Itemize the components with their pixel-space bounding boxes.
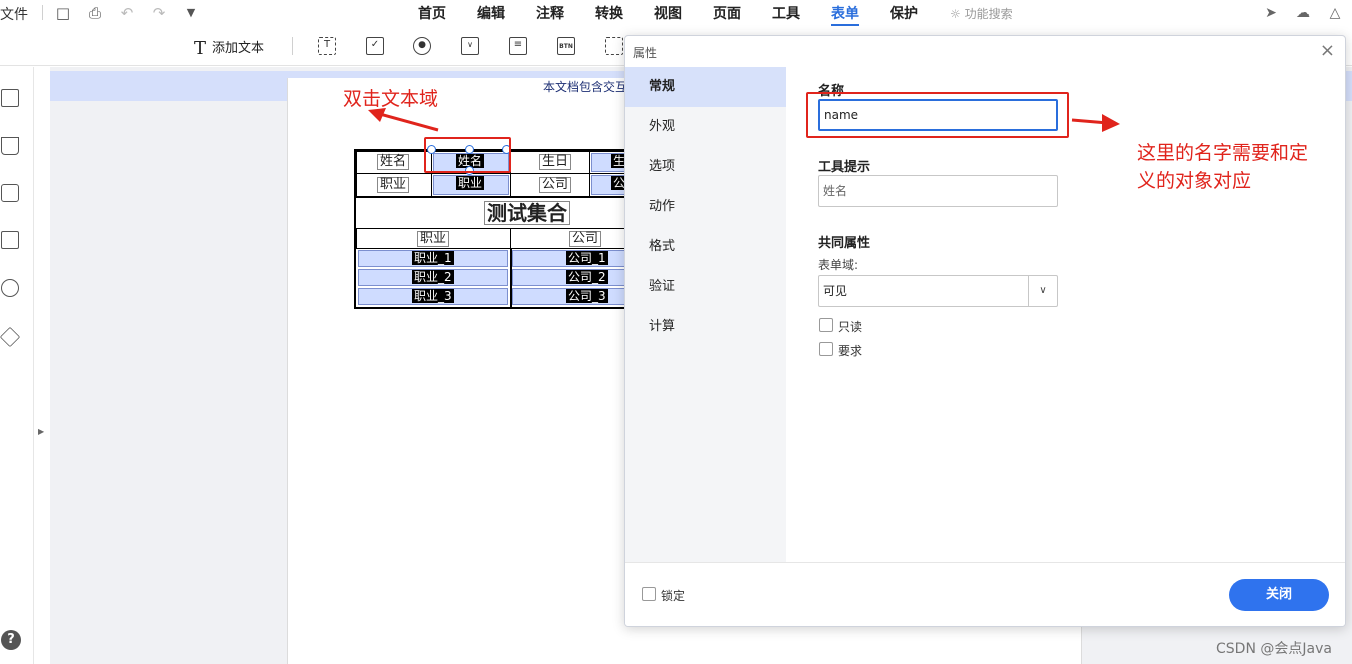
- common-properties-label: 共同属性: [818, 236, 871, 251]
- feature-search[interactable]: ☼ 功能搜索: [950, 5, 1013, 22]
- bookmark-icon[interactable]: [1, 137, 19, 155]
- tab-view[interactable]: 视图: [654, 3, 682, 23]
- annotation-name-note-line1: 这里的名字需要和定: [1137, 142, 1309, 164]
- annotation-arrow-right-icon: [1071, 114, 1120, 132]
- dialog-title: 属性: [633, 46, 658, 60]
- save-icon[interactable]: □: [54, 4, 72, 22]
- image-field-icon[interactable]: [605, 37, 623, 55]
- chevron-down-icon: ∨: [1028, 276, 1057, 306]
- undo-icon[interactable]: ↶: [118, 4, 136, 22]
- menu-divider: [42, 5, 43, 20]
- company-1-text: 公司_1: [566, 251, 608, 265]
- listbox-icon[interactable]: ≡: [509, 37, 527, 55]
- radio-glyph: ●: [418, 40, 426, 50]
- readonly-checkbox[interactable]: [819, 318, 833, 332]
- tab-edit[interactable]: 编辑: [477, 3, 505, 23]
- header-job: 职业: [417, 231, 450, 247]
- button-glyph: BTN: [559, 43, 573, 50]
- comments-icon[interactable]: [1, 184, 19, 202]
- add-text-button[interactable]: T 添加文本: [194, 37, 264, 59]
- close-icon[interactable]: ×: [1320, 41, 1335, 61]
- dropdown-glyph: ∨: [467, 40, 473, 49]
- tab-page[interactable]: 页面: [713, 3, 741, 23]
- tab-convert[interactable]: 转换: [595, 3, 623, 23]
- annotation-box-name: [806, 92, 1069, 138]
- company-3-text: 公司_3: [566, 289, 608, 303]
- quick-access-dropdown-icon[interactable]: ▼: [182, 4, 200, 22]
- text-tool-icon: T: [194, 38, 207, 59]
- feature-search-label: 功能搜索: [964, 7, 1013, 21]
- checkbox-icon[interactable]: ✓: [366, 37, 384, 55]
- annotation-arrow-left-icon: [368, 108, 439, 132]
- toolbar-divider: [292, 37, 293, 55]
- dialog-footer: 锁定 关闭: [625, 562, 1345, 626]
- collapse-ribbon-icon[interactable]: △: [1326, 4, 1344, 22]
- checkbox-glyph: ✓: [370, 39, 380, 50]
- lock-checkbox[interactable]: [642, 587, 656, 601]
- banner-text: 本文档包含交互: [543, 80, 628, 94]
- text-field-glyph: T: [323, 39, 331, 50]
- tab-comment[interactable]: 注释: [536, 3, 564, 23]
- left-sidebar: ▶: [0, 67, 44, 664]
- radio-icon[interactable]: ●: [413, 37, 431, 55]
- lock-label: 锁定: [661, 589, 686, 603]
- tab-protect[interactable]: 保护: [890, 3, 918, 23]
- help-icon[interactable]: ?: [1, 630, 21, 650]
- menu-file[interactable]: 文件: [0, 4, 28, 24]
- tooltip-label: 工具提示: [818, 160, 871, 175]
- redo-icon[interactable]: ↷: [150, 4, 168, 22]
- tab-form[interactable]: 表单: [831, 3, 859, 26]
- table-title: 测试集合: [484, 201, 570, 225]
- watermark: CSDN @会点Java: [1216, 641, 1332, 657]
- label-job: 职业: [377, 177, 410, 193]
- job-3-text: 职业_3: [412, 289, 454, 303]
- listbox-glyph: ≡: [513, 39, 523, 50]
- readonly-label: 只读: [838, 320, 863, 334]
- tab-tools[interactable]: 工具: [772, 3, 800, 23]
- section-actions[interactable]: 动作: [625, 187, 786, 227]
- text-field-icon[interactable]: T: [318, 37, 336, 55]
- lightbulb-icon: ☼: [950, 7, 961, 21]
- share-icon[interactable]: ➤: [1262, 4, 1280, 22]
- form-field-label: 表单域:: [818, 258, 859, 272]
- required-checkbox[interactable]: [819, 342, 833, 356]
- print-icon[interactable]: ⎙: [86, 4, 104, 22]
- section-validate[interactable]: 验证: [625, 267, 786, 307]
- section-general[interactable]: 常规: [625, 67, 786, 107]
- expand-sidebar-icon[interactable]: ▶: [38, 427, 44, 436]
- cloud-upload-icon[interactable]: ☁: [1294, 4, 1312, 22]
- table-divider: [510, 248, 512, 307]
- menu-bar: 文件 □ ⎙ ↶ ↷ ▼ 首页 编辑 注释 转换 视图 页面 工具 表单 保护 …: [0, 0, 1352, 26]
- label-name: 姓名: [377, 154, 410, 170]
- layers-icon[interactable]: [0, 326, 21, 348]
- label-birth: 生日: [539, 154, 572, 170]
- annotation-name-note-line2: 义的对象对应: [1137, 170, 1252, 192]
- company-2-text: 公司_2: [566, 270, 608, 284]
- search-icon[interactable]: [1, 279, 19, 297]
- close-button[interactable]: 关闭: [1229, 579, 1329, 611]
- attachments-icon[interactable]: [1, 231, 19, 249]
- header-company: 公司: [569, 231, 602, 247]
- section-appearance[interactable]: 外观: [625, 107, 786, 147]
- section-format[interactable]: 格式: [625, 227, 786, 267]
- visibility-select[interactable]: 可见 ∨: [818, 275, 1058, 307]
- job-2-text: 职业_2: [412, 270, 454, 284]
- job-field-text: 职业: [456, 176, 485, 190]
- required-label: 要求: [838, 344, 863, 358]
- tooltip-input[interactable]: 姓名: [818, 175, 1058, 207]
- tab-home[interactable]: 首页: [418, 3, 446, 23]
- add-text-label: 添加文本: [212, 41, 265, 56]
- annotation-box-field: [424, 137, 511, 173]
- job-1-text: 职业_1: [412, 251, 454, 265]
- dropdown-icon[interactable]: ∨: [461, 37, 479, 55]
- label-company: 公司: [539, 177, 572, 193]
- visibility-value: 可见: [823, 284, 848, 298]
- dialog-sidebar: 常规 外观 选项 动作 格式 验证 计算: [625, 67, 786, 562]
- section-calculate[interactable]: 计算: [625, 307, 786, 347]
- thumbnails-icon[interactable]: [1, 89, 19, 107]
- button-icon[interactable]: BTN: [557, 37, 575, 55]
- section-options[interactable]: 选项: [625, 147, 786, 187]
